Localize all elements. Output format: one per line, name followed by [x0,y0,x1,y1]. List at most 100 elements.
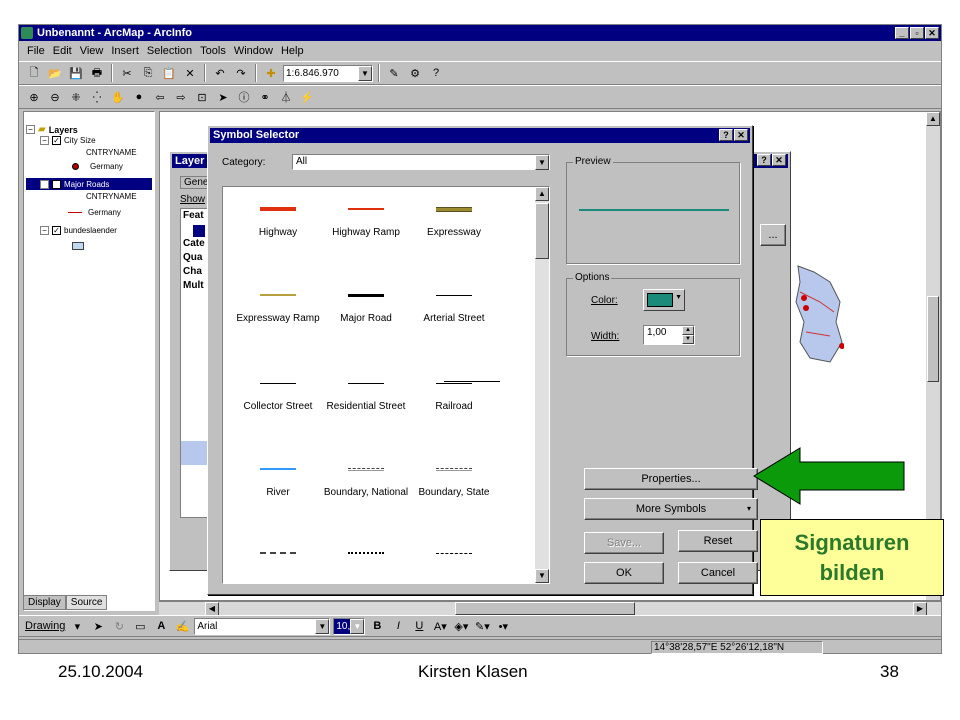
menu-edit[interactable]: Edit [53,42,72,60]
checkbox-checked-icon[interactable]: ✓ [52,136,61,145]
symbol-highway[interactable]: Highway [235,199,321,238]
editor-toolbar-icon[interactable]: ✎ [385,64,403,82]
show-list-item[interactable]: Feat [183,209,209,223]
collapse-icon[interactable]: − [26,125,35,134]
symbol-collector-street[interactable]: Collector Street [235,373,321,412]
find-binoculars-icon[interactable]: ⚭ [256,88,274,106]
redo-icon[interactable]: ↷ [232,64,250,82]
select-features-icon[interactable]: ⊡ [193,88,211,106]
cancel-button[interactable]: Cancel [678,562,758,584]
zoom-out-icon[interactable]: ⊖ [46,88,64,106]
chevron-down-icon[interactable]: ▼ [350,618,365,634]
select-arrow-icon[interactable]: ➤ [89,617,107,635]
spin-up-icon[interactable]: ▲ [682,326,694,335]
delete-icon[interactable]: ✕ [181,64,199,82]
horizontal-scroll-thumb[interactable] [455,602,635,615]
italic-icon[interactable]: I [389,617,407,635]
marker-color-icon[interactable]: •▾ [494,617,512,635]
drawing-menu[interactable]: Drawing [25,620,65,632]
map-scale-combo[interactable]: 1:6.846.970 ▼ [283,64,373,82]
show-list-item[interactable]: Cha [183,265,209,279]
close-button[interactable]: ✕ [772,154,786,166]
full-extent-globe-icon[interactable]: ● [130,88,148,106]
menu-file[interactable]: File [27,42,45,60]
identify-icon[interactable]: ⓘ [235,88,253,106]
line-color-icon[interactable]: ✎▾ [473,617,491,635]
measure-icon[interactable]: ⏃ [277,88,295,106]
arctoolbox-icon[interactable]: ⚙ [406,64,424,82]
checkbox-checked-icon[interactable]: ✓ [52,226,61,235]
toc-symbol-germany-roads[interactable]: Germany [68,208,121,217]
symbol-railroad[interactable]: Railroad [411,373,497,412]
reset-button[interactable]: Reset [678,530,758,552]
font-color-icon[interactable]: A▾ [431,617,449,635]
show-list-item[interactable]: Mult [183,279,209,293]
rotate-icon[interactable]: ↻ [110,617,128,635]
save-icon[interactable]: 💾 [67,64,85,82]
forward-arrow-icon[interactable]: ⇨ [172,88,190,106]
tab-display[interactable]: Display [23,595,66,610]
callout-icon[interactable]: ✍ [173,617,191,635]
font-name-combo[interactable]: Arial ▼ [194,617,331,635]
copy-icon[interactable]: ⎘ [139,64,157,82]
fixed-zoom-in-icon[interactable]: ⁜ [67,88,85,106]
scroll-up-icon[interactable]: ▲ [535,187,549,201]
fill-color-icon[interactable]: ◈▾ [452,617,470,635]
open-folder-icon[interactable]: 📂 [46,64,64,82]
menu-selection[interactable]: Selection [147,42,192,60]
symbol-residential-street[interactable]: Residential Street [323,373,409,412]
symbol-expressway[interactable]: Expressway [411,199,497,238]
fixed-zoom-out-icon[interactable]: ⁛ [88,88,106,106]
color-picker-button[interactable]: ▼ [643,289,685,311]
symbol-list-scrollbar[interactable]: ▲ ▼ [535,187,549,583]
collapse-icon[interactable]: − [40,136,49,145]
save-button[interactable]: Save... [584,532,664,554]
rectangle-icon[interactable]: ▭ [131,617,149,635]
chevron-down-icon[interactable]: ▼ [358,65,372,81]
collapse-icon[interactable]: − [40,226,49,235]
menu-window[interactable]: Window [234,42,273,60]
scroll-left-icon[interactable]: ◀ [205,602,219,616]
minimize-button[interactable]: _ [895,27,909,39]
maximize-button[interactable]: ▫ [910,27,924,39]
whats-this-help-icon[interactable]: ? [427,64,445,82]
symbol-river[interactable]: River [235,459,321,498]
width-spinner[interactable]: 1,00 ▲ ▼ [643,325,695,345]
bold-icon[interactable]: B [368,617,386,635]
menu-help[interactable]: Help [281,42,304,60]
chevron-down-icon[interactable]: ▼ [535,155,549,170]
symbol-partial[interactable] [235,543,321,571]
symbol-major-road[interactable]: Major Road [323,285,409,324]
hyperlink-bolt-icon[interactable]: ⚡ [298,88,316,106]
scroll-thumb[interactable] [535,203,549,259]
vertical-scroll-thumb[interactable] [927,296,939,382]
help-button[interactable]: ? [757,154,771,166]
symbol-list[interactable]: Highway Highway Ramp Expressway Expressw… [222,186,550,584]
symbol-boundary-state[interactable]: Boundary, State [411,459,497,498]
symbol-partial[interactable] [323,543,409,571]
select-elements-arrow-icon[interactable]: ➤ [214,88,232,106]
toc-symbol-polygon[interactable] [72,242,84,250]
symbol-highway-ramp[interactable]: Highway Ramp [323,199,409,238]
menu-tools[interactable]: Tools [200,42,226,60]
add-data-icon[interactable]: ✚ [262,64,280,82]
chevron-down-icon[interactable]: ▾ [68,617,86,635]
new-document-icon[interactable]: 🗋 [25,64,43,82]
text-A-icon[interactable]: A [152,617,170,635]
symbol-partial[interactable] [411,543,497,571]
collapse-icon[interactable]: − [40,179,49,189]
scroll-right-icon[interactable]: ▶ [913,602,927,616]
pan-hand-icon[interactable]: ✋ [109,88,127,106]
chevron-down-icon[interactable]: ▼ [315,618,330,634]
toc-symbol-germany-city[interactable]: Germany [72,162,123,171]
category-combo[interactable]: All ▼ [292,154,550,170]
paste-icon[interactable]: 📋 [160,64,178,82]
properties-button[interactable]: Properties... [584,468,758,490]
help-button[interactable]: ? [719,129,733,141]
cut-icon[interactable]: ✂ [118,64,136,82]
symbol-arterial-street[interactable]: Arterial Street [411,285,497,324]
layer-dialog-ellipsis-button[interactable]: ... [760,224,786,246]
font-size-combo[interactable]: 10,0 ▼ [333,617,366,635]
tab-source[interactable]: Source [65,595,108,610]
toc-item-major-roads[interactable]: − ✓ Major Roads [26,178,152,190]
